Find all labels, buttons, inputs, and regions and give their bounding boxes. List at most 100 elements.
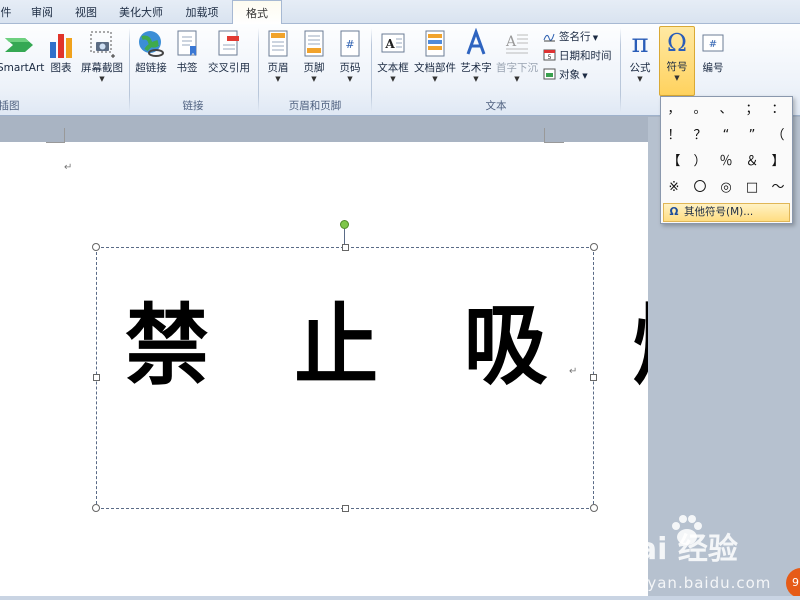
symbol-button[interactable]: Ω 符号 ▼: [659, 26, 695, 96]
page-number-icon: #: [340, 30, 360, 57]
document-page[interactable]: ↵ 禁 止 吸 煙 ↵: [0, 128, 717, 600]
svg-text:A: A: [384, 37, 395, 51]
symbol-cell[interactable]: ，: [661, 97, 687, 123]
symbol-cell[interactable]: ”: [739, 123, 765, 149]
symbol-cell[interactable]: ；: [739, 97, 765, 123]
resize-handle-top-right[interactable]: [590, 243, 598, 251]
smartart-icon: [5, 38, 33, 52]
symbol-cell[interactable]: ～: [765, 175, 791, 201]
dropdown-arrow-icon: ▼: [432, 75, 438, 83]
group-label-illustrations: 插图: [0, 100, 20, 112]
globe-link-icon: [139, 31, 164, 57]
bookmark-icon: [177, 30, 197, 56]
signature-line-button[interactable]: 签名行 ▼: [543, 28, 598, 46]
tab-review[interactable]: 审阅: [22, 3, 62, 24]
tab-format[interactable]: 格式: [232, 0, 282, 25]
paragraph-mark: ↵: [569, 366, 578, 377]
header-button[interactable]: 页眉 ▼: [262, 27, 294, 85]
cross-reference-button[interactable]: 交叉引用: [204, 27, 254, 76]
baidu-jingyan-watermark: Bai 经验 jingyan.baidu.com: [610, 512, 790, 597]
dropdown-arrow-icon: ▼: [347, 75, 353, 83]
text-box-button[interactable]: A 文本框 ▼: [375, 27, 411, 85]
dropdown-arrow-icon: ▼: [311, 75, 317, 83]
omega-icon: Ω: [669, 206, 679, 218]
calendar-icon: 5: [543, 49, 556, 61]
symbol-cell[interactable]: 】: [765, 149, 791, 175]
wordart-icon: [466, 28, 486, 55]
resize-handle-bottom[interactable]: [342, 505, 349, 512]
date-time-button[interactable]: 5 日期和时间: [543, 47, 612, 65]
equation-button[interactable]: π 公式 ▼: [624, 27, 656, 85]
symbol-cell[interactable]: ％: [713, 149, 739, 175]
symbol-cell[interactable]: ？: [687, 123, 713, 149]
symbol-cell[interactable]: “: [713, 123, 739, 149]
object-icon: [543, 68, 556, 80]
crop-mark: [46, 142, 64, 143]
symbol-cell[interactable]: 。: [687, 97, 713, 123]
symbol-cell[interactable]: ※: [661, 175, 687, 201]
hyperlink-button[interactable]: 超链接: [133, 27, 169, 76]
resize-handle-bottom-left[interactable]: [92, 504, 100, 512]
resize-handle-top[interactable]: [342, 244, 349, 251]
signature-icon: [543, 33, 555, 42]
dropdown-arrow-icon: ▼: [590, 34, 599, 42]
quick-parts-button[interactable]: 文档部件 ▼: [413, 27, 457, 85]
more-symbols-menu-item[interactable]: Ω 其他符号(M)...: [663, 203, 790, 222]
tab-addins[interactable]: 加载项: [178, 3, 226, 24]
group-label-text: 文本: [485, 100, 507, 112]
tab-file[interactable]: 件: [0, 3, 16, 24]
dropdown-arrow-icon: ▼: [674, 74, 680, 82]
smartart-button[interactable]: SmartArt: [0, 27, 44, 76]
group-divider: [620, 28, 621, 112]
resize-handle-top-left[interactable]: [92, 243, 100, 251]
symbol-cell[interactable]: □: [739, 175, 765, 201]
bar-chart-icon: [50, 34, 72, 58]
symbol-cell[interactable]: ◎: [713, 175, 739, 201]
number-icon: #: [702, 34, 724, 52]
drop-cap-button[interactable]: A 首字下沉 ▼: [495, 27, 539, 85]
group-divider: [129, 28, 130, 112]
symbol-cell[interactable]: 【: [661, 149, 687, 175]
footer-icon: [304, 30, 324, 57]
pi-icon: π: [631, 29, 649, 59]
footer-button[interactable]: 页脚 ▼: [298, 27, 330, 85]
numbering-button[interactable]: # 编号: [698, 27, 728, 76]
object-button[interactable]: 对象 ▼: [543, 66, 588, 84]
document-area: ↵ 禁 止 吸 煙 ↵: [0, 117, 717, 600]
svg-text:#: #: [709, 39, 717, 50]
svg-text:#: #: [345, 38, 354, 51]
resize-handle-left[interactable]: [93, 374, 100, 381]
resize-handle-right[interactable]: [590, 374, 597, 381]
symbol-cell[interactable]: 、: [713, 97, 739, 123]
symbol-cell[interactable]: （: [765, 123, 791, 149]
dropdown-arrow-icon: ▼: [390, 75, 396, 83]
crop-mark: [544, 128, 545, 143]
symbol-cell[interactable]: ：: [765, 97, 791, 123]
group-divider: [258, 28, 259, 112]
screenshot-icon: [90, 31, 115, 58]
status-bar: [0, 596, 800, 600]
omega-icon: Ω: [667, 29, 687, 57]
resize-handle-bottom-right[interactable]: [590, 504, 598, 512]
symbol-cell[interactable]: ！: [661, 123, 687, 149]
bookmark-button[interactable]: 书签: [172, 27, 202, 76]
drop-cap-icon: A: [505, 34, 528, 54]
screenshot-button[interactable]: 屏幕截图 ▼: [78, 27, 126, 85]
rotation-handle[interactable]: [340, 220, 349, 229]
group-label-links: 链接: [182, 100, 204, 112]
dropdown-arrow-icon: ▼: [99, 75, 105, 83]
symbol-cell[interactable]: ＆: [739, 149, 765, 175]
wordart-button[interactable]: 艺术字 ▼: [458, 27, 494, 85]
ribbon-tab-bar: 件 审阅 视图 美化大师 加载项 格式: [0, 0, 800, 25]
svg-text:A: A: [505, 34, 517, 50]
chart-button[interactable]: 图表: [46, 27, 76, 76]
group-divider: [371, 28, 372, 112]
selected-text-box[interactable]: 禁 止 吸 煙 ↵: [92, 243, 717, 512]
crop-mark: [64, 128, 65, 143]
page-number-button[interactable]: # 页码 ▼: [334, 27, 366, 85]
tab-beautify-master[interactable]: 美化大师: [112, 3, 170, 24]
symbol-cell[interactable]: 〇: [687, 175, 713, 201]
crop-mark: [544, 142, 564, 143]
symbol-cell[interactable]: ）: [687, 149, 713, 175]
tab-view[interactable]: 视图: [66, 3, 106, 24]
